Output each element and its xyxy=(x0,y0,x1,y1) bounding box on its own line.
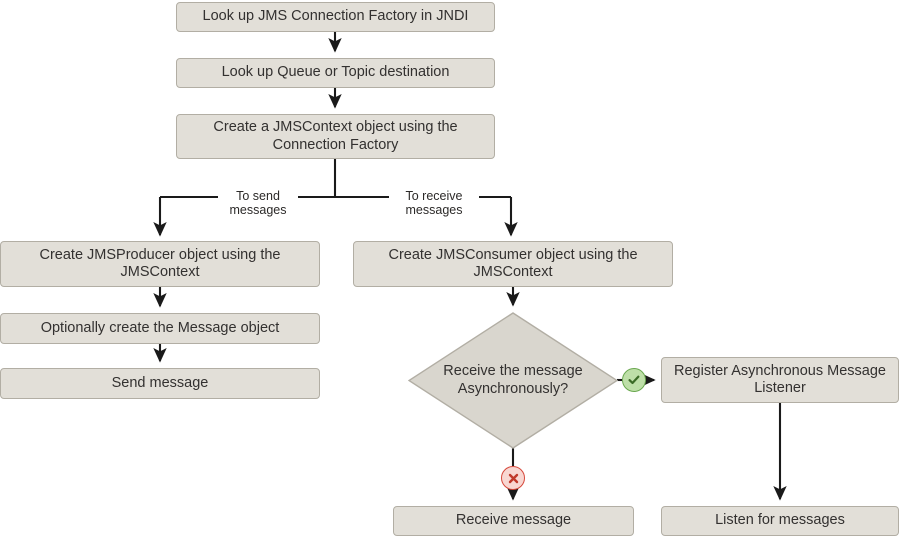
node-lookup-destination[interactable]: Look up Queue or Topic destination xyxy=(176,58,495,88)
node-label: Register Asynchronous Message Listener xyxy=(674,362,886,396)
edge-label-to-receive: To receive messages xyxy=(389,189,479,217)
node-label: Look up Queue or Topic destination xyxy=(221,64,450,81)
node-label: Look up JMS Connection Factory in JNDI xyxy=(202,8,469,25)
node-label: Create JMSConsumer object using the JMSC… xyxy=(388,246,638,280)
no-cross-icon xyxy=(501,466,525,490)
node-receive-message[interactable]: Receive message xyxy=(393,506,634,536)
node-label: Create a JMSContext object using the Con… xyxy=(213,119,458,153)
node-create-producer[interactable]: Create JMSProducer object using the JMSC… xyxy=(0,241,320,287)
decision-label: Receive the message Asynchronously? xyxy=(443,363,583,397)
node-optional-message[interactable]: Optionally create the Message object xyxy=(0,313,320,344)
yes-check-icon xyxy=(622,368,646,392)
node-label: Listen for messages xyxy=(715,512,845,529)
node-lookup-factory[interactable]: Look up JMS Connection Factory in JNDI xyxy=(176,2,495,32)
node-send-message[interactable]: Send message xyxy=(0,368,320,399)
node-create-context[interactable]: Create a JMSContext object using the Con… xyxy=(176,114,495,159)
node-label: Send message xyxy=(111,374,209,391)
decision-receive-asynchronously[interactable]: Receive the message Asynchronously? xyxy=(408,312,618,449)
node-label: Receive message xyxy=(455,512,572,529)
node-listen-for-messages[interactable]: Listen for messages xyxy=(661,506,899,536)
edge-label-to-send: To send messages xyxy=(218,189,298,217)
node-label: Optionally create the Message object xyxy=(40,319,280,336)
node-register-listener[interactable]: Register Asynchronous Message Listener xyxy=(661,357,899,403)
node-create-consumer[interactable]: Create JMSConsumer object using the JMSC… xyxy=(353,241,673,287)
node-label: Create JMSProducer object using the JMSC… xyxy=(39,246,281,280)
flowchart-canvas: Look up JMS Connection Factory in JNDI L… xyxy=(0,0,900,537)
